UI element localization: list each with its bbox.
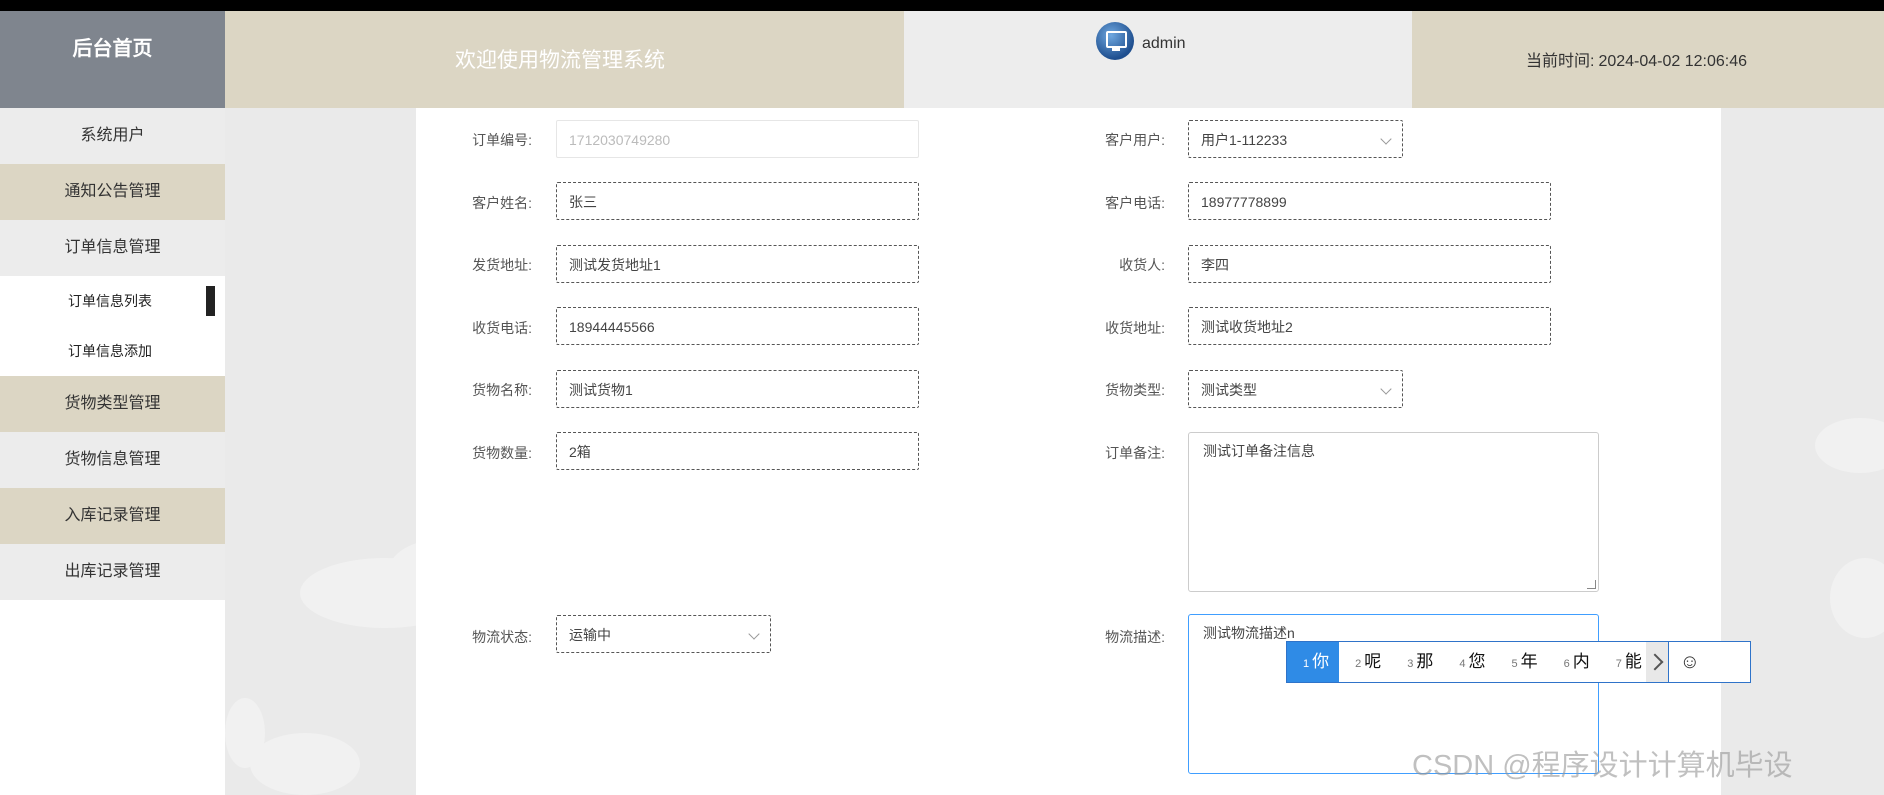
goods-name-input[interactable]: 测试货物1	[556, 370, 919, 408]
chevron-down-icon	[748, 628, 760, 640]
receiver-phone-input[interactable]: 18944445566	[556, 307, 919, 345]
sidebar-subitem-label: 订单信息列表	[68, 293, 152, 309]
label-goods-name: 货物名称:	[472, 382, 532, 398]
receive-address-input[interactable]: 测试收货地址2	[1188, 307, 1551, 345]
sidebar-item-orders[interactable]: 订单信息管理	[0, 220, 225, 276]
customer-user-select[interactable]: 用户1-112233	[1188, 120, 1403, 158]
time-value: 2024-04-02 12:06:46	[1598, 53, 1748, 70]
ime-candidate[interactable]: 3那	[1391, 642, 1443, 682]
label-receive-address: 收货地址:	[1105, 320, 1165, 336]
resize-handle-icon[interactable]	[1587, 580, 1596, 589]
ime-candidate[interactable]: 2呢	[1339, 642, 1391, 682]
current-time: 当前时间: 2024-04-02 12:06:46	[1522, 47, 1747, 71]
emoji-icon[interactable]: ☺	[1667, 642, 1711, 682]
ime-candidate-num: 5	[1511, 658, 1518, 670]
bg-cloud	[1815, 418, 1884, 473]
home-link[interactable]: 后台首页	[0, 11, 225, 108]
label-order-no: 订单编号:	[472, 132, 532, 148]
time-label: 当前时间:	[1526, 53, 1595, 70]
user-box: admin	[904, 11, 1412, 108]
label-receiver: 收货人:	[1119, 257, 1165, 273]
ime-candidate-num: 1	[1303, 658, 1310, 670]
label-customer-user: 客户用户:	[1105, 132, 1165, 148]
active-indicator	[206, 286, 215, 316]
label-ship-address: 发货地址:	[472, 257, 532, 273]
ime-candidate[interactable]: 7能	[1600, 642, 1646, 682]
ime-candidate-bar: 1你 2呢 3那 4您 5年 6内 7能 ☺	[1286, 641, 1751, 683]
sidebar-item-goods-info[interactable]: 货物信息管理	[0, 432, 225, 488]
ime-candidate-text: 你	[1312, 652, 1330, 671]
chevron-down-icon	[1380, 383, 1392, 395]
ime-candidate-num: 7	[1615, 658, 1622, 670]
receiver-input[interactable]: 李四	[1188, 245, 1551, 283]
label-logistics-desc: 物流描述:	[1105, 629, 1165, 645]
logistics-status-value: 运输中	[569, 627, 611, 643]
customer-user-value: 用户1-112233	[1201, 132, 1288, 148]
order-no-field: 1712030749280	[556, 120, 919, 158]
welcome-title: 欢迎使用物流管理系统	[455, 49, 665, 72]
ime-candidate-text: 呢	[1364, 652, 1382, 671]
order-note-textarea[interactable]: 测试订单备注信息	[1188, 432, 1599, 592]
avatar[interactable]	[1096, 22, 1134, 60]
goods-qty-input[interactable]: 2箱	[556, 432, 919, 470]
label-customer-name: 客户姓名:	[472, 195, 532, 211]
ime-candidate[interactable]: 6内	[1548, 642, 1600, 682]
label-goods-type: 货物类型:	[1105, 382, 1165, 398]
sidebar-subitem-order-list[interactable]: 订单信息列表	[0, 276, 225, 326]
computer-icon	[1106, 31, 1127, 48]
ime-candidate[interactable]: 5年	[1496, 642, 1548, 682]
chevron-down-icon	[1380, 133, 1392, 145]
sidebar-item-system-users[interactable]: 系统用户	[0, 108, 225, 164]
ime-candidate-text: 年	[1520, 652, 1538, 671]
ime-candidate[interactable]: 4您	[1443, 642, 1495, 682]
customer-phone-input[interactable]: 18977778899	[1188, 182, 1551, 220]
header: 后台首页 欢迎使用物流管理系统 admin 当前时间: 2024-04-02 12…	[0, 11, 1884, 108]
ime-candidate-text: 那	[1416, 652, 1434, 671]
sidebar: 系统用户 通知公告管理 订单信息管理 订单信息列表 订单信息添加 货物类型管理 …	[0, 108, 225, 600]
label-customer-phone: 客户电话:	[1105, 195, 1165, 211]
ime-candidate-text: 内	[1572, 652, 1590, 671]
sidebar-background	[0, 600, 225, 795]
ime-candidate-num: 6	[1563, 658, 1570, 670]
bg-cloud	[1830, 558, 1884, 638]
goods-type-select[interactable]: 测试类型	[1188, 370, 1403, 408]
ime-candidate-text: 您	[1468, 652, 1486, 671]
sidebar-subitem-label: 订单信息添加	[68, 343, 152, 359]
customer-name-input[interactable]: 张三	[556, 182, 919, 220]
username[interactable]: admin	[1142, 35, 1186, 53]
sidebar-item-notice[interactable]: 通知公告管理	[0, 164, 225, 220]
goods-type-value: 测试类型	[1201, 382, 1257, 398]
ime-candidate-num: 3	[1407, 658, 1414, 670]
logistics-desc-value: 测试物流描述n	[1203, 625, 1295, 641]
watermark: CSDN @程序设计计算机毕设	[1412, 750, 1793, 782]
sidebar-item-inbound[interactable]: 入库记录管理	[0, 488, 225, 544]
sidebar-item-outbound[interactable]: 出库记录管理	[0, 544, 225, 600]
chevron-right-icon[interactable]	[1645, 642, 1668, 682]
top-strip	[0, 0, 1884, 11]
sidebar-item-goods-type[interactable]: 货物类型管理	[0, 376, 225, 432]
label-receiver-phone: 收货电话:	[472, 320, 532, 336]
label-logistics-status: 物流状态:	[472, 629, 532, 645]
label-order-note: 订单备注:	[1105, 445, 1165, 461]
computer-stand-icon	[1112, 48, 1120, 51]
ime-candidate-text: 能	[1624, 652, 1642, 671]
ship-address-input[interactable]: 测试发货地址1	[556, 245, 919, 283]
sidebar-subitem-order-add[interactable]: 订单信息添加	[0, 326, 225, 376]
ime-candidate[interactable]: 1你	[1287, 642, 1340, 682]
ime-candidate-num: 4	[1459, 658, 1466, 670]
ime-candidate-num: 2	[1355, 658, 1362, 670]
label-goods-qty: 货物数量:	[472, 445, 532, 461]
logistics-status-select[interactable]: 运输中	[556, 615, 771, 653]
order-note-value: 测试订单备注信息	[1203, 443, 1315, 459]
bg-cloud	[250, 733, 360, 795]
